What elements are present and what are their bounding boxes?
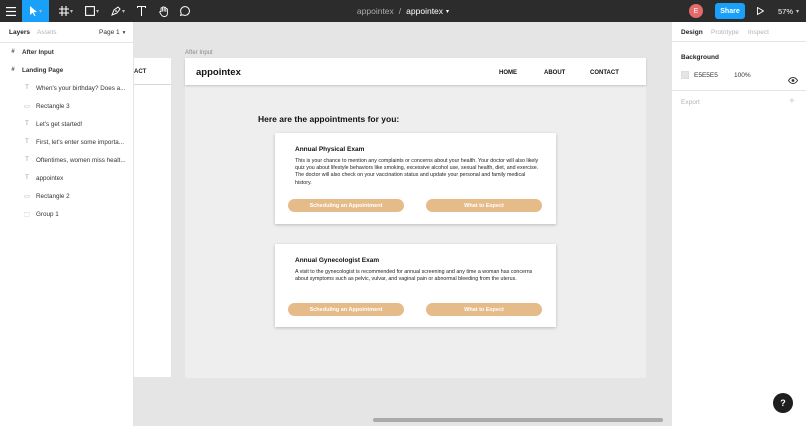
side-frame[interactable]: ACT	[134, 58, 171, 377]
layer-row[interactable]: T First, let's enter some importa...	[0, 133, 133, 151]
frame-tool-icon[interactable]: ▾	[55, 0, 77, 22]
schedule-appointment-button[interactable]: Scheduling an Appointment	[288, 303, 404, 316]
layer-label: Let's get started!	[36, 120, 83, 128]
nav-home[interactable]: HOME	[499, 70, 517, 76]
rectangle-layer-icon: ▭	[24, 103, 30, 110]
zoom-value: 57%	[778, 6, 794, 16]
eye-icon[interactable]	[787, 71, 799, 89]
background-opacity-input[interactable]: 100%	[734, 72, 751, 79]
layer-label: Rectangle 3	[36, 102, 70, 110]
chevron-down-icon: ▾	[122, 30, 126, 36]
card-title: Annual Physical Exam	[295, 146, 365, 153]
appointment-card: Annual Gynecologist Exam A visit to the …	[275, 244, 556, 327]
share-button[interactable]: Share	[715, 3, 745, 19]
chevron-down-icon[interactable]: ▾	[446, 8, 449, 15]
design-panel: Design Prototype Inspect Background E5E5…	[671, 22, 806, 426]
layer-row[interactable]: ▭ Rectangle 3	[0, 97, 133, 115]
frame-label[interactable]: After Input	[185, 50, 213, 56]
main-menu-icon[interactable]	[0, 0, 22, 22]
left-panel-tabs: Layers Assets Page 1 ▾	[0, 22, 133, 42]
nav-about[interactable]: ABOUT	[544, 70, 565, 76]
text-layer-icon: T	[25, 157, 29, 163]
divider	[672, 90, 806, 91]
move-tool-icon[interactable]: ▾	[22, 0, 49, 22]
page-selector[interactable]: Page 1 ▾	[99, 29, 125, 36]
nav-contact[interactable]: CONTACT	[590, 70, 619, 76]
shape-tool-icon[interactable]: ▾	[81, 0, 103, 22]
card-body: This is your chance to mention any compl…	[295, 158, 539, 186]
layer-label: appointex	[36, 174, 64, 182]
layer-row[interactable]: # Landing Page	[0, 61, 133, 79]
right-panel-tabs: Design Prototype Inspect	[672, 22, 806, 42]
layer-list: # After Input # Landing Page T When's your …	[0, 42, 133, 223]
tab-layers[interactable]: Layers	[9, 29, 30, 36]
layers-panel: Layers Assets Page 1 ▾ # After Input # Land…	[0, 22, 134, 426]
layer-label: Oftentimes, women miss healt...	[36, 156, 126, 164]
comment-tool-icon[interactable]	[176, 0, 194, 22]
project-name[interactable]: appointex	[357, 6, 394, 16]
what-to-expect-button[interactable]: What to Expect	[426, 303, 542, 316]
help-button[interactable]: ?	[773, 393, 793, 413]
present-play-icon[interactable]	[753, 0, 767, 22]
card-title: Annual Gynecologist Exam	[295, 257, 380, 264]
layer-label: First, let's enter some importa...	[36, 138, 124, 146]
hand-tool-icon[interactable]	[155, 0, 173, 22]
after-input-frame[interactable]: appointex HOME ABOUT CONTACT Here are th…	[185, 58, 646, 378]
layer-label: Group 1	[36, 210, 59, 218]
layer-row[interactable]: T When's your birthday? Does a...	[0, 79, 133, 97]
side-frame-contact-link: ACT	[134, 69, 147, 75]
card-body: A visit to the gynecologist is recommend…	[295, 269, 533, 283]
layer-label: When's your birthday? Does a...	[36, 84, 126, 92]
frame-icon: #	[11, 67, 15, 73]
add-export-button[interactable]: +	[789, 96, 795, 107]
horizontal-scrollbar[interactable]	[373, 418, 663, 422]
site-logo: appointex	[196, 67, 241, 78]
text-layer-icon: T	[25, 175, 29, 181]
what-to-expect-button[interactable]: What to Expect	[426, 199, 542, 212]
toolbar: ▾ ▾ ▾ ▾ appointex / appointex ▾ E Share …	[0, 0, 806, 22]
tab-inspect[interactable]: Inspect	[748, 29, 769, 36]
appointment-card: Annual Physical Exam This is your chance…	[275, 133, 556, 224]
export-section-title: Export	[681, 99, 700, 106]
background-hex-input[interactable]: E5E5E5	[694, 72, 718, 79]
canvas[interactable]: ACT After Input appointex HOME ABOUT CON…	[134, 22, 671, 426]
zoom-level[interactable]: 57% ▾	[778, 0, 799, 22]
rectangle-layer-icon: ▭	[24, 193, 30, 200]
avatar[interactable]: E	[689, 4, 703, 18]
group-layer-icon: ⬚	[24, 211, 30, 218]
pen-tool-icon[interactable]: ▾	[107, 0, 129, 22]
tab-prototype[interactable]: Prototype	[711, 29, 739, 36]
tab-design[interactable]: Design	[681, 29, 703, 36]
text-layer-icon: T	[25, 139, 29, 145]
layer-row[interactable]: Tappointex	[0, 169, 133, 187]
chevron-down-icon: ▾	[796, 8, 800, 15]
layer-row[interactable]: T Let's get started!	[0, 115, 133, 133]
layer-row[interactable]: ⬚ Group 1	[0, 205, 133, 223]
file-name[interactable]: appointex	[406, 6, 443, 16]
appointments-heading: Here are the appointments for you:	[258, 114, 400, 124]
schedule-appointment-button[interactable]: Scheduling an Appointment	[288, 199, 404, 212]
layer-row[interactable]: # After Input	[0, 43, 133, 61]
frame-icon: #	[11, 49, 15, 55]
title-separator: /	[398, 6, 402, 16]
page-selector-label: Page 1	[99, 29, 120, 36]
layer-label: Rectangle 2	[36, 192, 70, 200]
layer-label: After Input	[22, 48, 54, 56]
layer-row[interactable]: T Oftentimes, women miss healt...	[0, 151, 133, 169]
text-layer-icon: T	[25, 85, 29, 91]
background-section-title: Background	[681, 54, 719, 61]
text-layer-icon: T	[25, 121, 29, 127]
site-navbar: appointex HOME ABOUT CONTACT	[185, 58, 646, 85]
side-frame-nav: ACT	[134, 58, 171, 85]
tab-assets[interactable]: Assets	[37, 29, 57, 36]
layer-row[interactable]: ▭ Rectangle 2	[0, 187, 133, 205]
layer-label: Landing Page	[22, 66, 64, 74]
text-tool-icon[interactable]	[133, 0, 149, 22]
background-color-swatch[interactable]	[681, 71, 689, 79]
